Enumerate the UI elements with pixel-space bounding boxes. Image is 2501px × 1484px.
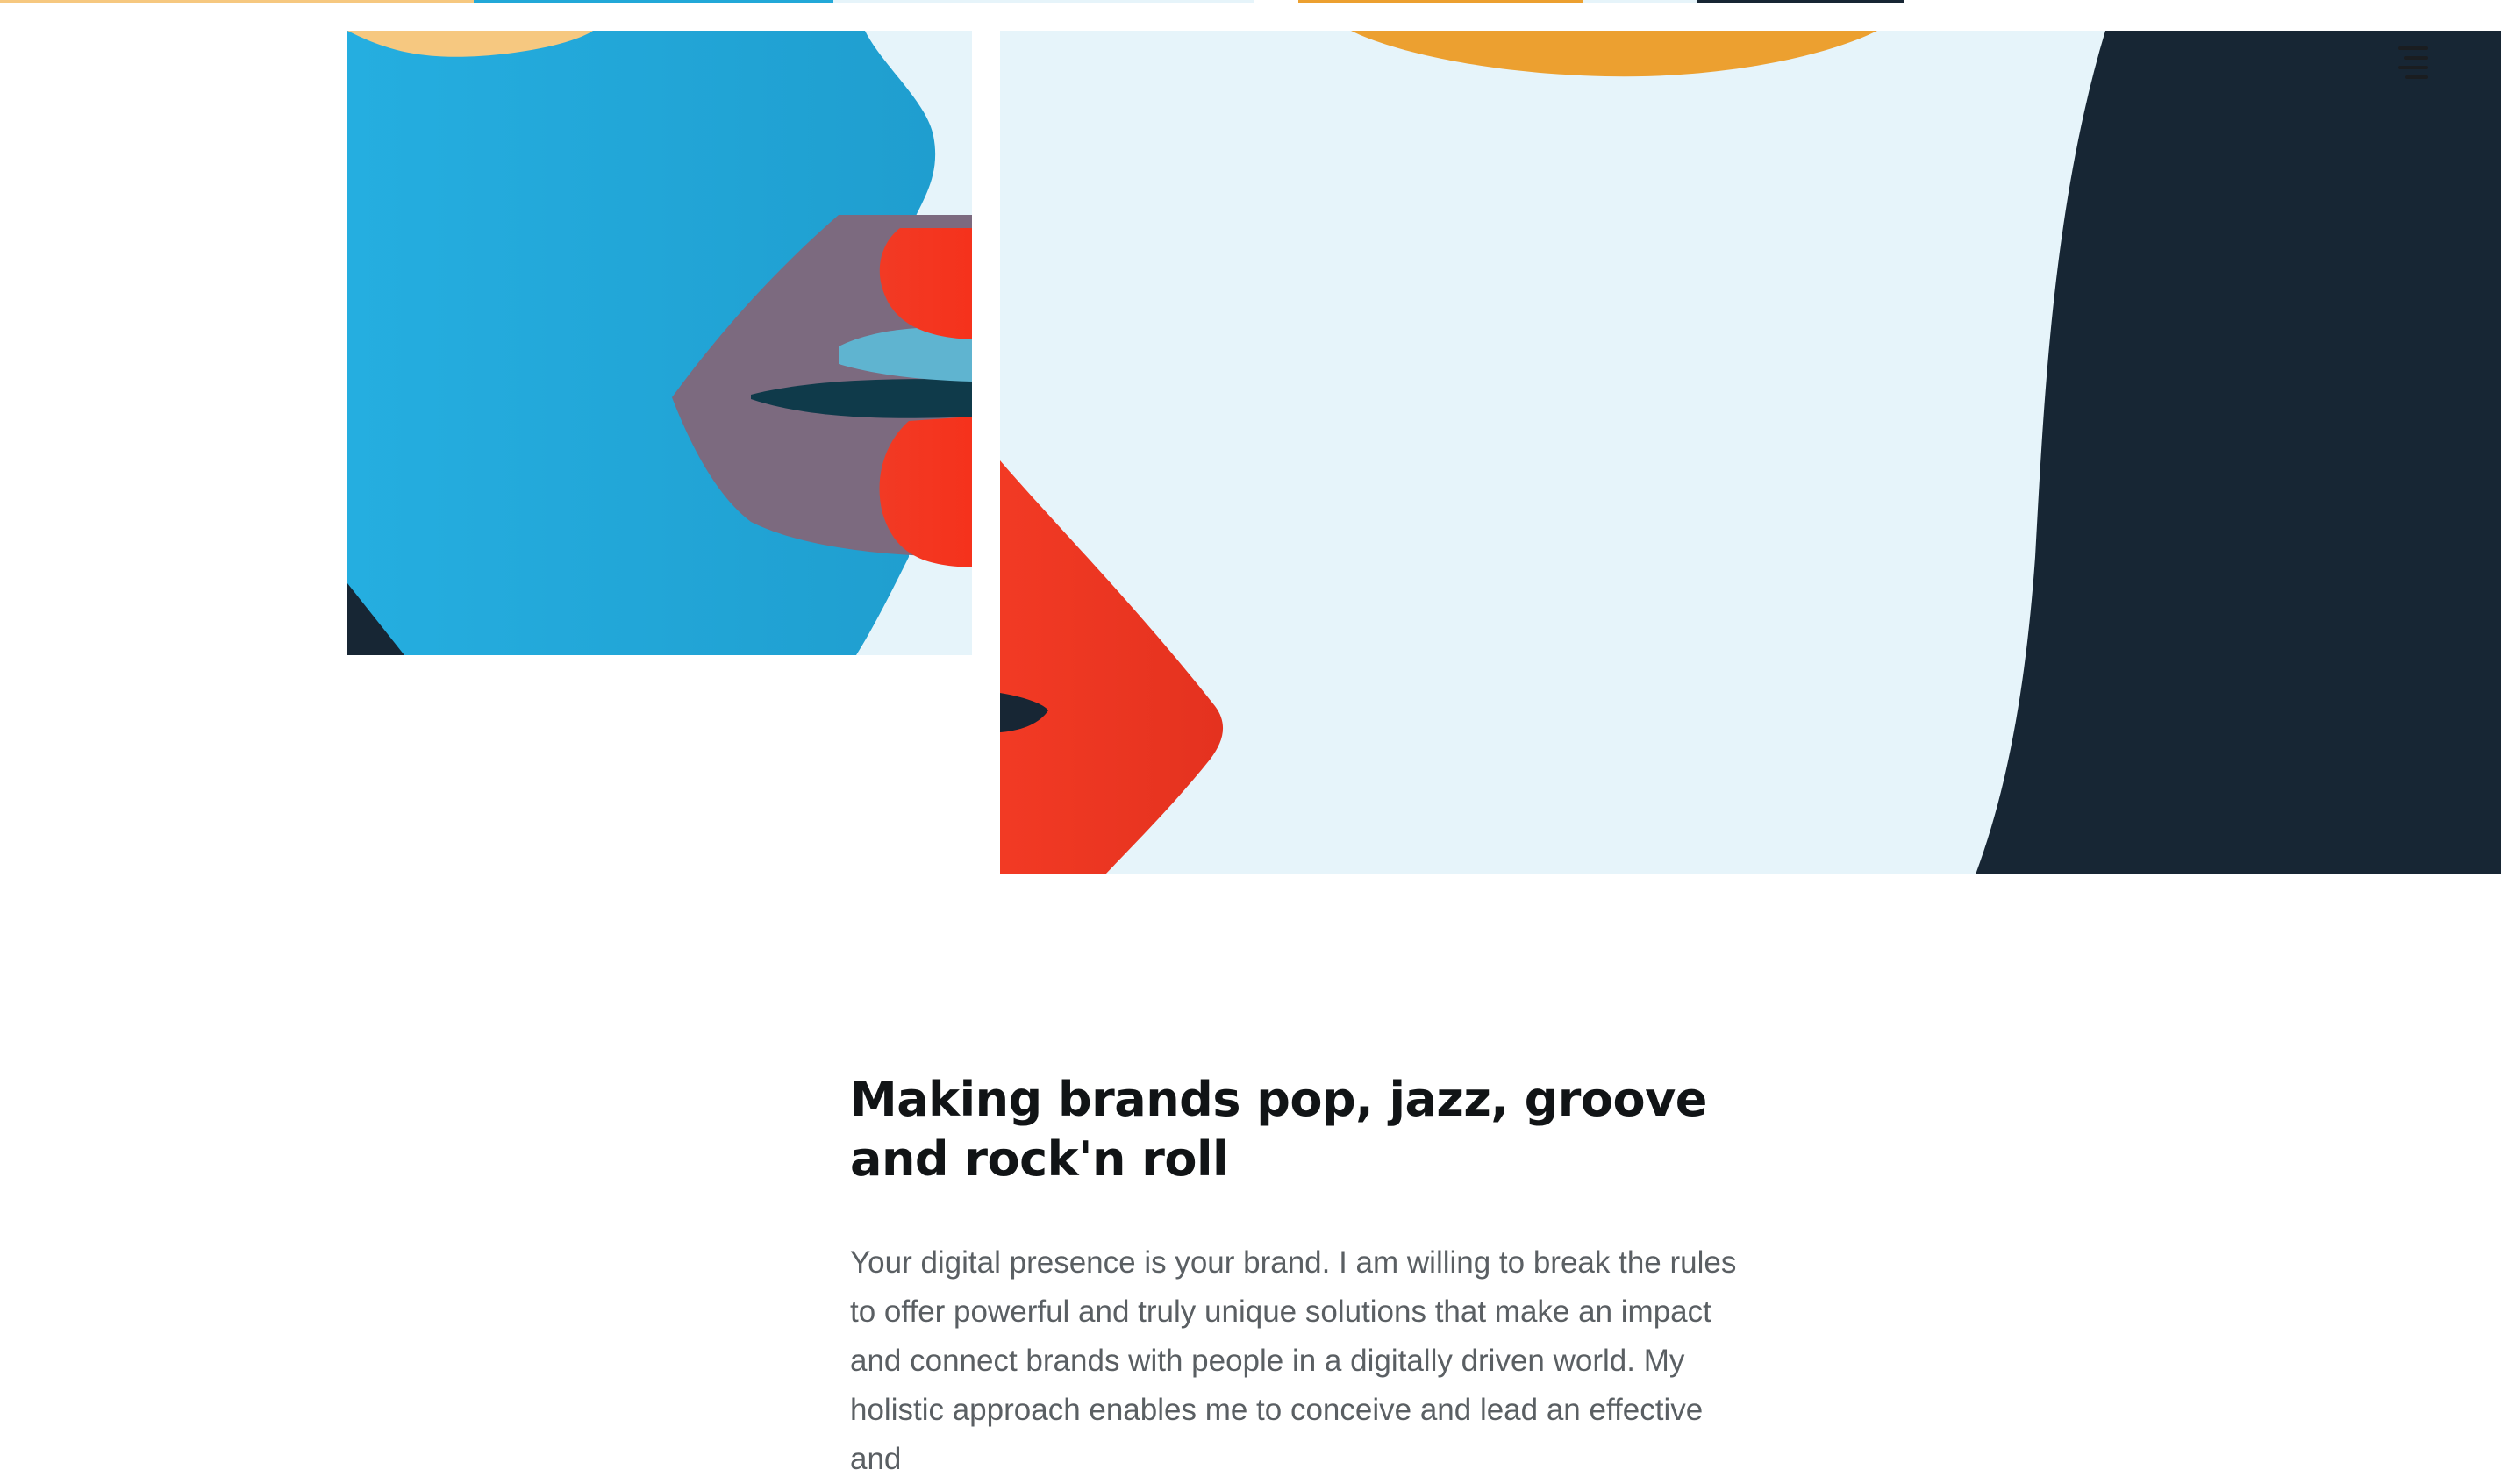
lips-illustration-wide — [1000, 31, 2501, 874]
menu-button[interactable] — [2393, 44, 2433, 84]
lips-illustration-close-up — [347, 31, 972, 655]
menu-icon — [2398, 46, 2428, 79]
page-headline: Making brands pop, jazz, groove and rock… — [850, 1072, 1707, 1187]
intro-section: Making brands pop, jazz, groove and rock… — [850, 1070, 1762, 1484]
top-artwork-edge — [0, 0, 2501, 3]
intro-paragraph: Your digital presence is your brand. I a… — [850, 1245, 1737, 1476]
